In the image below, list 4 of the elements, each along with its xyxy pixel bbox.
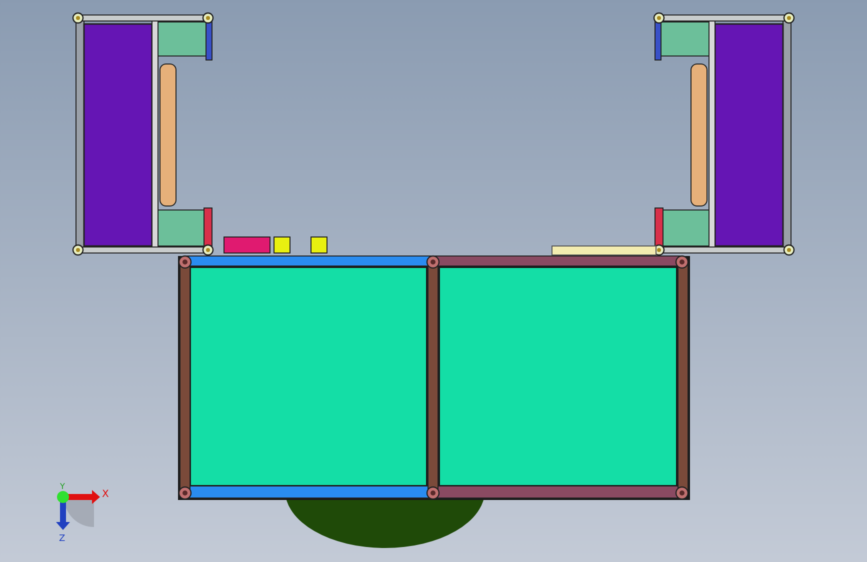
axis-triad-icon xyxy=(56,490,100,530)
y-axis-label: Y xyxy=(60,482,65,491)
z-axis-label: Z xyxy=(59,534,66,544)
x-axis-label: X xyxy=(102,489,109,500)
